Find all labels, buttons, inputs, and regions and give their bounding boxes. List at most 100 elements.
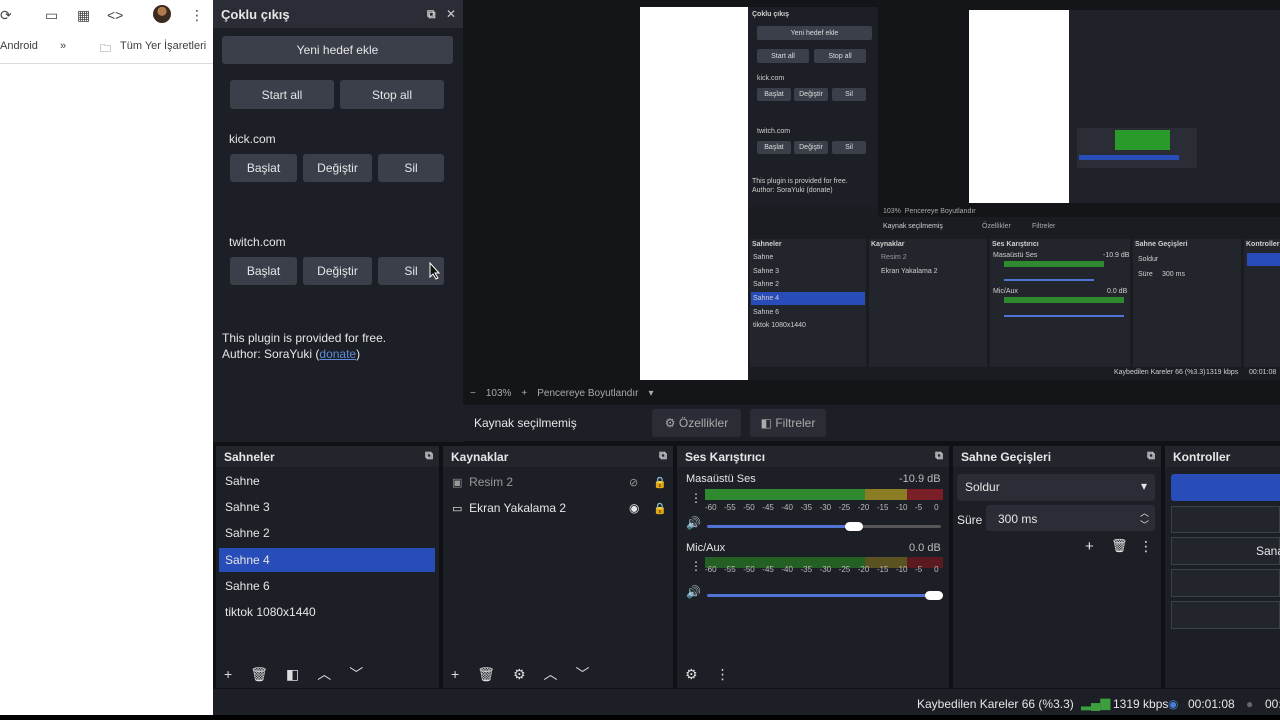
studio-mode-button[interactable] [1171, 569, 1280, 597]
trash-icon[interactable]: 🗑 [477, 666, 495, 683]
start-streaming-button[interactable] [1171, 474, 1280, 501]
nested-deep-meter [1115, 130, 1170, 150]
devices-icon[interactable]: ▭ [45, 7, 58, 24]
eye-hidden-icon[interactable]: ⊘ [629, 476, 638, 489]
arrow-down-icon[interactable]: ﹀ [349, 664, 363, 684]
arrow-up-icon[interactable]: ︿ [317, 664, 331, 684]
fit-window-label[interactable]: Pencereye Boyutlandır [537, 388, 638, 399]
volume-knob[interactable] [925, 591, 943, 600]
meter-tick: -30 [819, 565, 832, 574]
scene-item[interactable]: Sahne [219, 469, 435, 493]
trash-icon[interactable]: 🗑 [250, 666, 268, 683]
arrow-up-icon[interactable]: ︿ [544, 664, 558, 684]
menu-dots-icon[interactable]: ⋮ [1139, 538, 1153, 555]
chevron-down-icon[interactable]: ▾ [648, 388, 653, 399]
transition-select[interactable]: Soldur ▾ [957, 474, 1155, 501]
sources-title: Kaynaklar [451, 449, 509, 464]
duration-value: 300 ms [998, 512, 1038, 526]
properties-button[interactable]: ⚙ Özellikler [652, 409, 741, 437]
lock-icon[interactable]: 🔒 [653, 476, 667, 489]
gear-icon: ⚙ [664, 416, 676, 430]
advanced-audio-icon[interactable]: ⚙ [685, 666, 698, 683]
nested-vol1 [1004, 279, 1094, 281]
dropped-frames: Kaybedilen Kareler 66 (%3.3) [917, 697, 1074, 711]
controls-partial-label: Sana [1256, 544, 1280, 558]
bookmark-all[interactable]: Tüm Yer İşaretleri [120, 40, 206, 52]
zoom-out-icon[interactable]: − [470, 388, 476, 399]
meter-tick: 0 [934, 565, 939, 574]
code-icon[interactable]: <> [107, 7, 123, 23]
add-icon[interactable]: + [1085, 538, 1094, 555]
nested-white-area [969, 10, 1069, 203]
add-target-button[interactable]: Yeni hedef ekle [222, 36, 453, 64]
nested-fit: Pencereye Boyutlandır [904, 208, 976, 215]
close-icon[interactable]: ✕ [446, 7, 456, 21]
scene-item[interactable]: Sahne 2 [219, 521, 435, 545]
start-all-button[interactable]: Start all [230, 80, 334, 109]
nested-start2: Başlat [757, 141, 791, 154]
add-icon[interactable]: + [451, 666, 459, 682]
zoom-in-icon[interactable]: + [521, 388, 527, 399]
kick-start-button[interactable]: Başlat [230, 154, 297, 182]
settings-button[interactable] [1171, 601, 1280, 629]
nested-scene-5: tiktok 1080x1440 [753, 322, 806, 329]
undock-icon[interactable]: ⧉ [1147, 450, 1155, 463]
lock-icon[interactable]: 🔒 [653, 502, 667, 515]
menu-dots-icon[interactable]: ⋮ [690, 491, 702, 505]
bookmark-android[interactable]: Android [0, 40, 38, 52]
meter-scale: -60 -55 -50 -45 -40 -35 -30 -25 -20 -15 -10 -5 0 [705, 503, 944, 512]
nested-note1: This plugin is provided for free. [752, 178, 848, 185]
scene-item[interactable]: tiktok 1080x1440 [219, 600, 435, 624]
spin-down-icon[interactable]: ﹀ [1140, 518, 1149, 531]
undock-icon[interactable]: ⧉ [659, 450, 667, 463]
nested-a1: Masaüstü Ses [993, 252, 1038, 259]
undock-icon[interactable]: ⧉ [935, 450, 943, 463]
arrow-down-icon[interactable]: ﹀ [576, 664, 590, 684]
scenes-dock: Sahneler ⧉ Sahne Sahne 3 Sahne 2 Sahne 4 … [216, 446, 439, 688]
source-item[interactable]: ▭ Ekran Yakalama 2 ◉ 🔒 [446, 496, 670, 520]
duration-spinbox[interactable]: 300 ms ︿ ﹀ [986, 505, 1155, 531]
channel-name: Mic/Aux [686, 542, 726, 554]
add-icon[interactable]: + [224, 666, 232, 682]
filter-icon[interactable]: ◧ [286, 666, 299, 683]
stop-all-button[interactable]: Stop all [340, 80, 444, 109]
filters-button[interactable]: ◧ Filtreler [750, 409, 826, 437]
meter-tick: -60 [705, 503, 717, 512]
menu-dots-icon[interactable]: ⋮ [190, 7, 204, 24]
profile-avatar[interactable] [153, 5, 171, 23]
tab-search-icon[interactable]: ⟳ [0, 7, 12, 24]
preview-canvas[interactable]: Çoklu çıkış Yeni hedef ekle Start all St… [640, 7, 1280, 380]
kick-delete-button[interactable]: Sil [378, 154, 444, 182]
start-recording-button[interactable] [1171, 506, 1280, 533]
volume-slider-desktop[interactable] [707, 525, 853, 528]
source-item[interactable]: ▣ Resim 2 ⊘ 🔒 [446, 470, 670, 494]
volume-knob[interactable] [845, 522, 863, 531]
mixer-footer: ⚙ ⋮ [677, 660, 949, 688]
menu-dots-icon[interactable]: ⋮ [716, 666, 730, 683]
bookmarks-overflow[interactable]: » [60, 40, 66, 52]
qr-code-icon[interactable]: ▦ [77, 7, 90, 24]
eye-icon[interactable]: ◉ [629, 501, 639, 515]
bookmarks-bar: Android » 🗀 Tüm Yer İşaretleri [0, 36, 213, 58]
controls-dock: Kontroller Sana [1165, 446, 1280, 688]
kick-edit-button[interactable]: Değiştir [303, 154, 372, 182]
volume-slider-mic[interactable] [707, 594, 941, 597]
twitch-start-button[interactable]: Başlat [230, 257, 297, 285]
scene-item[interactable]: Sahne 6 [219, 574, 435, 598]
scene-item-selected[interactable]: Sahne 4 [219, 548, 435, 572]
trash-icon[interactable]: 🗑 [1111, 538, 1128, 554]
gear-icon[interactable]: ⚙ [513, 666, 526, 683]
speaker-icon[interactable]: 🔊 [686, 585, 701, 599]
menu-dots-icon[interactable]: ⋮ [690, 559, 702, 573]
plugin-author: Author: SoraYuki (donate) [222, 347, 360, 361]
divider [0, 63, 213, 64]
virtual-camera-button[interactable]: Sana [1171, 537, 1280, 565]
scene-item[interactable]: Sahne 3 [219, 495, 435, 519]
transitions-dock: Sahne Geçişleri ⧉ Soldur ▾ Süre 300 ms ︿ … [953, 446, 1161, 688]
twitch-edit-button[interactable]: Değiştir [303, 257, 372, 285]
donate-link[interactable]: donate [319, 347, 356, 361]
float-icon[interactable]: ⧉ [427, 7, 436, 22]
speaker-icon[interactable]: 🔊 [686, 516, 701, 530]
undock-icon[interactable]: ⧉ [425, 450, 433, 463]
nested-ctrl-head: Kontroller [1246, 241, 1280, 248]
